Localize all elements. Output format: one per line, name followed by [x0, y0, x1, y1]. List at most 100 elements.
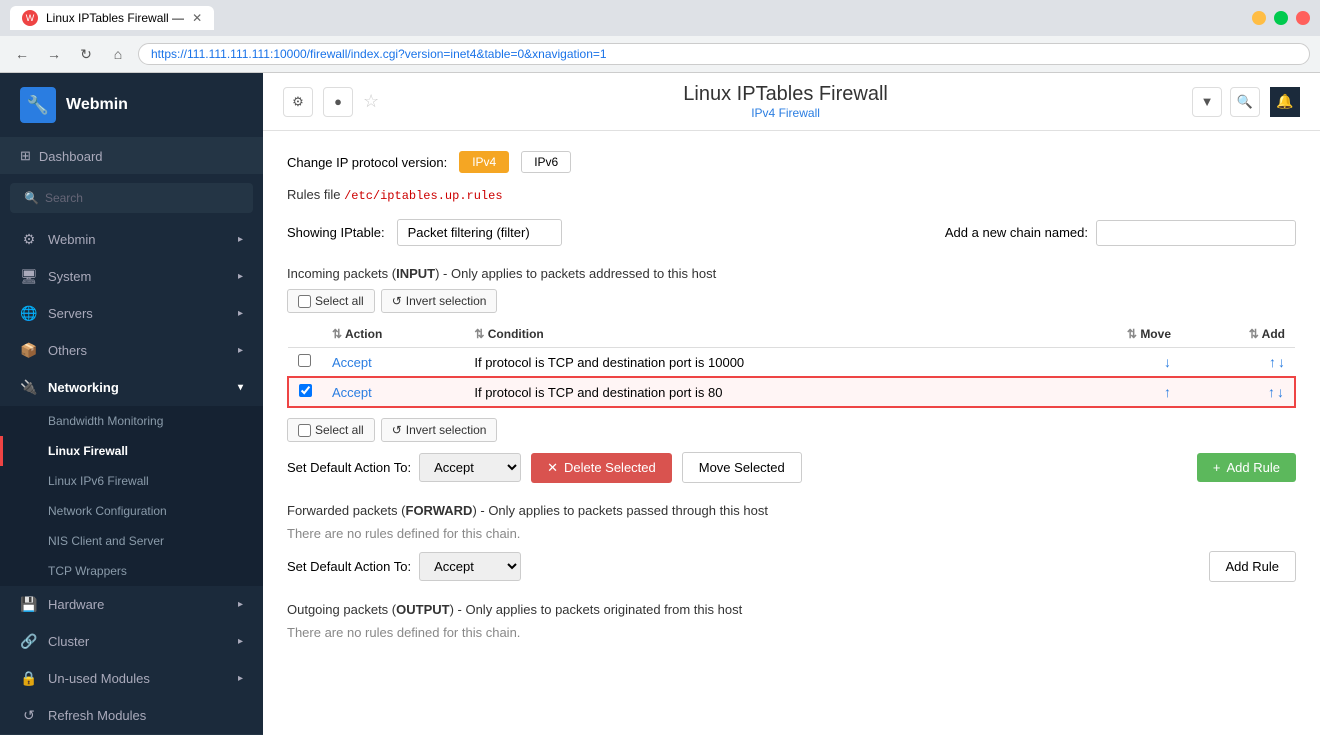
window-close[interactable] [1296, 11, 1310, 25]
col-move-header: ⇅ Move [1051, 321, 1181, 348]
table-header-row: ⇅ Action ⇅ Condition ⇅ Move ⇅ [288, 321, 1295, 348]
iptable-dropdown[interactable]: Packet filtering (filter) [398, 220, 561, 245]
incoming-bold: INPUT [396, 266, 435, 281]
add-above-icon[interactable]: ↑ [1268, 384, 1275, 400]
sidebar-item-networking[interactable]: 🔌 Networking ▾ [0, 369, 263, 406]
home-button[interactable]: ⌂ [106, 42, 130, 66]
window-maximize[interactable] [1274, 11, 1288, 25]
search-input[interactable] [45, 191, 239, 205]
sidebar-item-others[interactable]: 📦 Others ▸ [0, 332, 263, 369]
add-above-icon[interactable]: ↑ [1269, 354, 1276, 370]
sidebar-item-system[interactable]: 🖥 System ▸ [0, 258, 263, 295]
chevron-down-icon: ▾ [238, 382, 243, 393]
move-selected-button[interactable]: Move Selected [682, 452, 802, 483]
main-header: ⚙ ● ☆ Linux IPTables Firewall IPv4 Firew… [263, 73, 1320, 131]
networking-icon: 🔌 [20, 379, 38, 396]
move-down-icon[interactable]: ↓ [1164, 354, 1171, 370]
filter-button[interactable]: ▼ [1192, 87, 1222, 117]
sidebar-logo: 🔧 [20, 87, 56, 123]
hardware-icon: 💾 [20, 596, 38, 613]
sidebar-item-bandwidth[interactable]: Bandwidth Monitoring [0, 406, 263, 436]
sidebar-item-webmin[interactable]: ⚙ Webmin ▸ [0, 221, 263, 258]
delete-selected-button[interactable]: ✕ Delete Selected [531, 453, 672, 483]
info-button[interactable]: ● [323, 87, 353, 117]
chevron-right-icon: ▸ [238, 271, 243, 282]
move-up-icon[interactable]: ↑ [1164, 384, 1171, 400]
forwarded-action-select[interactable]: Accept [419, 552, 521, 581]
sort-arrows: ⇅ [474, 327, 487, 341]
sidebar-brand: Webmin [66, 96, 128, 114]
forwarded-default-action-row: Set Default Action To: Accept [287, 552, 521, 581]
row2-action: Accept [322, 377, 464, 407]
row-checkbox-cell [288, 377, 322, 407]
protocol-row: Change IP protocol version: IPv4 IPv6 [287, 151, 1296, 173]
sidebar-menu: ⚙ Webmin ▸ 🖥 System ▸ 🌐 Servers ▸ 📦 Othe… [0, 221, 263, 734]
notification-button[interactable]: 🔔 [1270, 87, 1300, 117]
ipv4-button[interactable]: IPv4 [459, 151, 509, 173]
forwarded-section: Forwarded packets (FORWARD) - Only appli… [287, 503, 1296, 582]
sidebar-item-label: Un-used Modules [48, 671, 150, 686]
sidebar: 🔧 Webmin ⊞ Dashboard 🔍 ⚙ Webmin ▸ 🖥 Syst… [0, 73, 263, 735]
sidebar-item-dashboard[interactable]: ⊞ Dashboard [0, 138, 263, 175]
address-bar[interactable]: https://111.111.111.111:10000/firewall/i… [138, 43, 1310, 65]
sidebar-item-refresh-modules[interactable]: ↺ Refresh Modules [0, 697, 263, 734]
sidebar-item-cluster[interactable]: 🔗 Cluster ▸ [0, 623, 263, 660]
sidebar-item-label: System [48, 269, 91, 284]
row1-move: ↓ [1051, 348, 1181, 378]
add-rule-button[interactable]: + Add Rule [1197, 453, 1296, 482]
bottom-select-all-button[interactable]: Select all [287, 418, 375, 442]
bandwidth-label: Bandwidth Monitoring [48, 414, 163, 428]
forwarded-add-rule-button[interactable]: Add Rule [1209, 551, 1296, 582]
network-config-label: Network Configuration [48, 504, 167, 518]
forwarded-add-rule-label: Add Rule [1226, 559, 1279, 574]
sidebar-item-hardware[interactable]: 💾 Hardware ▸ [0, 586, 263, 623]
bottom-invert-button[interactable]: ↺ Invert selection [381, 418, 498, 442]
default-action-select[interactable]: Accept [419, 453, 521, 482]
search-button[interactable]: 🔍 [1230, 87, 1260, 117]
ipv6-button[interactable]: IPv6 [521, 151, 571, 173]
page-title-section: Linux IPTables Firewall IPv4 Firewall [389, 83, 1182, 120]
sidebar-item-label: Hardware [48, 597, 104, 612]
sidebar-item-servers[interactable]: 🌐 Servers ▸ [0, 295, 263, 332]
delete-icon: ✕ [547, 460, 558, 476]
incoming-rules-table: ⇅ Action ⇅ Condition ⇅ Move ⇅ [287, 321, 1296, 408]
sidebar-item-tcp-wrappers[interactable]: TCP Wrappers [0, 556, 263, 586]
sidebar-item-nis[interactable]: NIS Client and Server [0, 526, 263, 556]
tab-close-button[interactable]: ✕ [192, 11, 202, 25]
settings-button[interactable]: ⚙ [283, 87, 313, 117]
incoming-select-all-button[interactable]: Select all [287, 289, 375, 313]
refresh-button[interactable]: ↻ [74, 42, 98, 66]
bottom-select-all-checkbox[interactable] [298, 424, 311, 437]
incoming-invert-button[interactable]: ↺ Invert selection [381, 289, 498, 313]
new-chain-input[interactable] [1096, 220, 1296, 246]
sidebar-item-network-config[interactable]: Network Configuration [0, 496, 263, 526]
window-minimize[interactable] [1252, 11, 1266, 25]
select-all-checkbox[interactable] [298, 295, 311, 308]
outgoing-bold: OUTPUT [396, 602, 449, 617]
sidebar-item-linux-fw[interactable]: Linux Firewall [0, 436, 263, 466]
back-button[interactable]: ← [10, 42, 34, 66]
forward-button[interactable]: → [42, 42, 66, 66]
row2-checkbox[interactable] [299, 384, 312, 397]
search-box[interactable]: 🔍 [10, 183, 253, 213]
sidebar-item-label: Cluster [48, 634, 89, 649]
row1-add: ↑ ↓ [1181, 348, 1295, 378]
select-all-label: Select all [315, 294, 364, 308]
chevron-right-icon: ▸ [238, 599, 243, 610]
favorite-icon[interactable]: ☆ [363, 91, 379, 112]
row1-checkbox[interactable] [298, 354, 311, 367]
new-chain-row: Add a new chain named: [945, 220, 1296, 246]
add-below-icon[interactable]: ↓ [1278, 354, 1285, 370]
sidebar-item-label: Others [48, 343, 87, 358]
sidebar-item-linux-ipv6-fw[interactable]: Linux IPv6 Firewall [0, 466, 263, 496]
rules-file-path: /etc/iptables.up.rules [344, 189, 502, 203]
sidebar-item-label: Networking [48, 380, 119, 395]
add-below-icon[interactable]: ↓ [1277, 384, 1284, 400]
invert-label: Invert selection [406, 294, 487, 308]
sidebar-item-unused-modules[interactable]: 🔒 Un-used Modules ▸ [0, 660, 263, 697]
forwarded-bold: FORWARD [406, 503, 473, 518]
iptable-select-wrapper: Packet filtering (filter) [397, 219, 562, 246]
chevron-right-icon: ▸ [238, 636, 243, 647]
sidebar-item-label: Webmin [48, 232, 95, 247]
incoming-section-title: Incoming packets (INPUT) - Only applies … [287, 266, 1296, 281]
